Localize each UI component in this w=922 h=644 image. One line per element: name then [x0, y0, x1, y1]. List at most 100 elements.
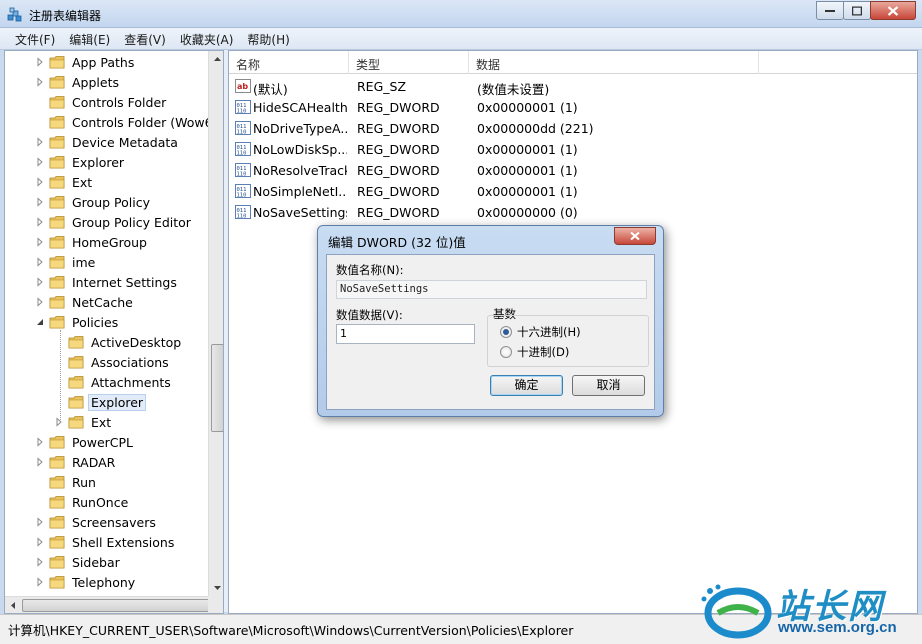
expand-arrow-icon[interactable]: [34, 296, 46, 308]
folder-icon: [49, 316, 65, 329]
cancel-button[interactable]: 取消: [572, 375, 645, 396]
tree-item[interactable]: Controls Folder: [34, 92, 169, 112]
close-button[interactable]: [870, 1, 916, 20]
hex-radio-button[interactable]: [500, 326, 512, 338]
expand-arrow-icon[interactable]: [34, 196, 46, 208]
expand-arrow-icon[interactable]: [34, 536, 46, 548]
value-row[interactable]: 011 110 NoSaveSettings REG_DWORD 0x00000000 …: [229, 202, 917, 223]
column-type-header[interactable]: 类型: [349, 51, 469, 74]
value-row[interactable]: 011 110 NoResolveTrack REG_DWORD 0x00000001 …: [229, 160, 917, 181]
tree-item-label: Telephony: [72, 574, 136, 590]
menu-favorites[interactable]: 收藏夹(A): [173, 28, 241, 49]
expand-arrow-icon[interactable]: [34, 576, 46, 588]
expand-arrow-icon[interactable]: [34, 236, 46, 248]
tree-item[interactable]: NetCache: [34, 292, 136, 312]
tree-item[interactable]: Group Policy: [34, 192, 153, 212]
expand-arrow-icon[interactable]: [34, 276, 46, 288]
expand-arrow-icon[interactable]: [34, 456, 46, 468]
value-type: REG_DWORD: [357, 163, 440, 178]
expand-arrow-icon[interactable]: [34, 136, 46, 148]
registry-key-tree[interactable]: App Paths Applets Controls Folder Controls …: [4, 50, 224, 614]
tree-horizontal-scroll-thumb[interactable]: [22, 599, 210, 612]
window-titlebar[interactable]: 注册表编辑器: [0, 0, 922, 28]
expand-arrow-icon[interactable]: [34, 76, 46, 88]
scroll-up-arrow-icon[interactable]: [209, 51, 224, 68]
column-data-header[interactable]: 数据: [469, 51, 759, 74]
tree-item[interactable]: Telephony: [34, 572, 138, 592]
column-name-header[interactable]: 名称: [229, 51, 349, 74]
expand-arrow-icon[interactable]: [34, 156, 46, 168]
tree-item[interactable]: Internet Settings: [34, 272, 180, 292]
expand-arrow-icon[interactable]: [53, 416, 65, 428]
collapse-arrow-icon[interactable]: [34, 316, 46, 328]
tree-item[interactable]: Associations: [53, 352, 172, 372]
minimize-button[interactable]: [816, 1, 844, 20]
value-type: REG_DWORD: [357, 142, 440, 157]
tree-vertical-scroll-thumb[interactable]: [211, 344, 223, 432]
tree-item[interactable]: RunOnce: [34, 492, 131, 512]
edit-dword-dialog[interactable]: 编辑 DWORD (32 位)值 数值名称(N): NoSaveSettings…: [317, 225, 664, 417]
tree-item[interactable]: ActiveDesktop: [53, 332, 184, 352]
tree-item[interactable]: Screensavers: [34, 512, 159, 532]
tree-item[interactable]: PowerCPL: [34, 432, 136, 452]
expand-arrow-icon[interactable]: [34, 256, 46, 268]
menu-file[interactable]: 文件(F): [8, 28, 62, 49]
svg-text:110: 110: [237, 214, 247, 220]
tree-item[interactable]: Attachments: [53, 372, 174, 392]
dialog-body: 数值名称(N): NoSaveSettings 数值数据(V): 1 基数 十六…: [326, 254, 655, 410]
tree-item[interactable]: App Paths: [34, 52, 137, 72]
tree-horizontal-scrollbar[interactable]: [5, 596, 210, 614]
value-row[interactable]: ab (默认) REG_SZ (数值未设置): [229, 76, 917, 97]
expand-arrow-icon[interactable]: [34, 56, 46, 68]
expand-arrow-icon[interactable]: [34, 516, 46, 528]
expand-arrow-icon[interactable]: [34, 556, 46, 568]
no-expander: [34, 496, 46, 508]
tree-item[interactable]: Ext: [53, 412, 114, 432]
tree-item[interactable]: RADAR: [34, 452, 118, 472]
dec-radio-option[interactable]: 十进制(D): [500, 344, 569, 360]
tree-item[interactable]: Group Policy Editor: [34, 212, 194, 232]
tree-item[interactable]: Controls Folder (Wow64: [34, 112, 223, 132]
tree-item[interactable]: Explorer: [53, 392, 147, 412]
tree-item[interactable]: Explorer: [34, 152, 127, 172]
scroll-down-arrow-icon[interactable]: [209, 579, 224, 596]
tree-vertical-scrollbar[interactable]: [208, 51, 224, 596]
folder-icon: [49, 156, 65, 169]
tree-item[interactable]: Run: [34, 472, 99, 492]
tree-item[interactable]: ime: [34, 252, 98, 272]
dialog-close-button[interactable]: [614, 227, 656, 245]
folder-icon: [49, 76, 65, 89]
tree-item[interactable]: Shell Extensions: [34, 532, 177, 552]
tree-item[interactable]: Device Metadata: [34, 132, 181, 152]
tree-item[interactable]: HomeGroup: [34, 232, 150, 252]
tree-item[interactable]: Ext: [34, 172, 95, 192]
tree-item[interactable]: Policies: [34, 312, 121, 332]
dec-radio-button[interactable]: [500, 346, 512, 358]
value-name: (默认): [253, 82, 288, 97]
menu-view[interactable]: 查看(V): [117, 28, 173, 49]
tree-item-label: PowerCPL: [72, 434, 134, 450]
expand-arrow-icon[interactable]: [34, 436, 46, 448]
value-row[interactable]: 011 110 NoDriveTypeA... REG_DWORD 0x000000dd…: [229, 118, 917, 139]
value-data-label: 数值数据(V):: [336, 308, 403, 322]
scroll-left-arrow-icon[interactable]: [5, 597, 22, 614]
expand-arrow-icon[interactable]: [34, 216, 46, 228]
value-row[interactable]: 011 110 NoLowDiskSp... REG_DWORD 0x00000001 …: [229, 139, 917, 160]
tree-item-label: Applets: [72, 74, 119, 90]
tree-item[interactable]: Sidebar: [34, 552, 123, 572]
tree-item[interactable]: Applets: [34, 72, 122, 92]
value-row[interactable]: 011 110 HideSCAHealth REG_DWORD 0x00000001 (…: [229, 97, 917, 118]
tree-item-label: NetCache: [72, 294, 133, 310]
no-expander: [34, 116, 46, 128]
value-data-input[interactable]: 1: [336, 324, 475, 344]
menu-edit[interactable]: 编辑(E): [62, 28, 117, 49]
menu-help[interactable]: 帮助(H): [240, 28, 296, 49]
hex-radio-option[interactable]: 十六进制(H): [500, 324, 581, 340]
no-expander: [34, 96, 46, 108]
tree-item-label: Group Policy Editor: [72, 214, 191, 230]
minimize-icon: [825, 9, 835, 12]
expand-arrow-icon[interactable]: [34, 176, 46, 188]
ok-button[interactable]: 确定: [490, 375, 563, 396]
maximize-button[interactable]: [843, 1, 871, 20]
value-row[interactable]: 011 110 NoSimpleNetI... REG_DWORD 0x00000001…: [229, 181, 917, 202]
